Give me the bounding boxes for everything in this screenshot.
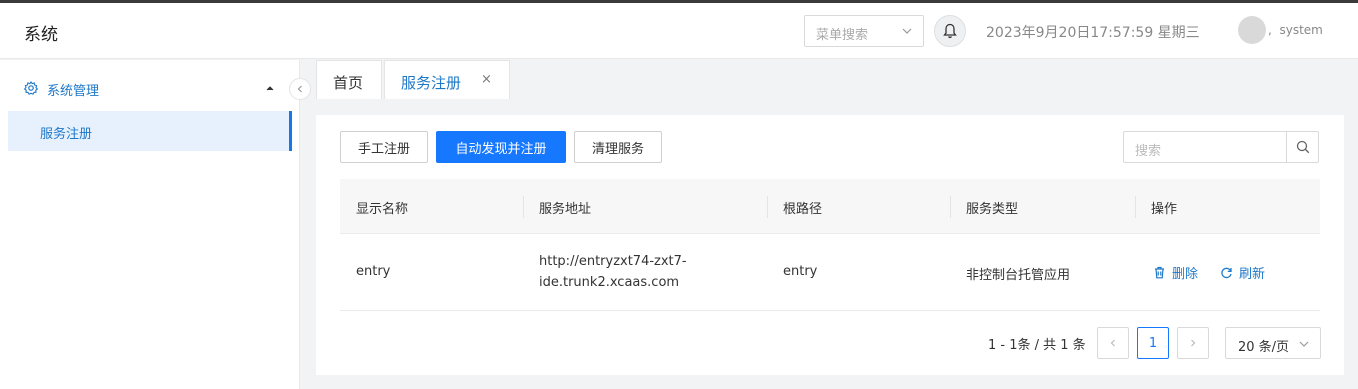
sidebar-item-service-registration[interactable]: 服务注册 (8, 111, 292, 151)
pagination-page-current[interactable]: 1 (1137, 327, 1169, 359)
trash-icon (1155, 266, 1164, 279)
gear-icon (24, 81, 38, 95)
bell-icon (943, 23, 957, 39)
pagination-info: 1 - 1条 / 共 1 条 (988, 338, 1086, 353)
search-input[interactable]: 搜索 (1123, 131, 1319, 163)
chevron-left-icon (297, 85, 302, 93)
sidebar-collapse-button[interactable] (289, 78, 311, 100)
pagination-next-button[interactable] (1177, 327, 1209, 359)
header-bar: 系统 菜单搜索 2023年9月20日17:57:59 星期三 , system (0, 3, 1358, 59)
table-row: entry http://entryzxt74-zxt7- ide.trunk2… (340, 234, 1320, 311)
column-divider (1135, 196, 1136, 218)
sidebar-item-label: 服务注册 (40, 127, 93, 142)
chevron-left-icon (1110, 339, 1115, 347)
column-header-actions: 操作 (1151, 202, 1178, 217)
user-name[interactable]: , system (1268, 23, 1323, 37)
search-button[interactable] (1286, 132, 1318, 162)
sidebar-group-system-management[interactable]: 系统管理 (8, 68, 290, 108)
datetime-display: 2023年9月20日17:57:59 星期三 (986, 25, 1200, 41)
avatar[interactable] (1238, 16, 1266, 44)
chevron-right-icon (1191, 339, 1196, 347)
user-prefix: , (1268, 23, 1272, 37)
main-panel: 手工注册 自动发现并注册 清理服务 搜索 显示名称 服务地址 根路径 服务类型 … (316, 115, 1344, 375)
column-header-root-path: 根路径 (783, 202, 823, 217)
search-placeholder: 搜索 (1135, 144, 1162, 159)
tab-home[interactable]: 首页 (316, 60, 382, 99)
address-line: ide.trunk2.xcaas.com (539, 275, 680, 290)
page-size-select[interactable]: 20 条/页 (1225, 327, 1321, 359)
page-size-label: 20 条/页 (1238, 340, 1290, 355)
column-header-display-name: 显示名称 (356, 202, 409, 217)
column-header-service-type: 服务类型 (966, 202, 1019, 217)
cell-display-name: entry (356, 264, 391, 279)
manual-register-button[interactable]: 手工注册 (340, 131, 428, 163)
tab-service-registration[interactable]: 服务注册 × (384, 60, 510, 99)
pagination-prev-button[interactable] (1097, 327, 1129, 359)
tab-home-label: 首页 (333, 74, 364, 92)
cell-service-address: http://entryzxt74-zxt7- ide.trunk2.xcaas… (539, 251, 687, 293)
notification-bell-button[interactable] (934, 15, 966, 47)
cell-root-path: entry (783, 264, 818, 279)
tab-service-label: 服务注册 (401, 74, 462, 92)
refresh-label: 刷新 (1239, 267, 1266, 282)
sidebar: 系统管理 服务注册 (0, 60, 300, 389)
address-line: http://entryzxt74-zxt7- (539, 254, 687, 269)
chevron-down-icon (902, 28, 912, 34)
delete-action[interactable]: 删除 (1153, 263, 1198, 282)
refresh-action[interactable]: 刷新 (1220, 263, 1265, 282)
menu-search-select[interactable]: 菜单搜索 (804, 15, 924, 47)
app-title: 系统 (24, 25, 58, 45)
menu-search-placeholder: 菜单搜索 (816, 28, 869, 43)
chevron-down-icon (1299, 341, 1309, 347)
column-header-service-address: 服务地址 (539, 202, 592, 217)
chevron-up-icon (266, 86, 274, 91)
user-name-text: system (1279, 23, 1323, 37)
close-icon[interactable]: × (481, 72, 492, 87)
column-divider (767, 196, 768, 218)
sidebar-group-label: 系统管理 (47, 84, 100, 99)
column-divider (950, 196, 951, 218)
column-divider (523, 196, 524, 218)
cell-service-type: 非控制台托管应用 (966, 268, 1071, 283)
clean-services-button[interactable]: 清理服务 (574, 131, 662, 163)
auto-discover-register-button[interactable]: 自动发现并注册 (436, 131, 566, 163)
table-header: 显示名称 服务地址 根路径 服务类型 操作 (340, 179, 1320, 234)
delete-label: 删除 (1172, 267, 1199, 282)
search-icon (1296, 140, 1309, 154)
refresh-icon (1221, 267, 1232, 279)
